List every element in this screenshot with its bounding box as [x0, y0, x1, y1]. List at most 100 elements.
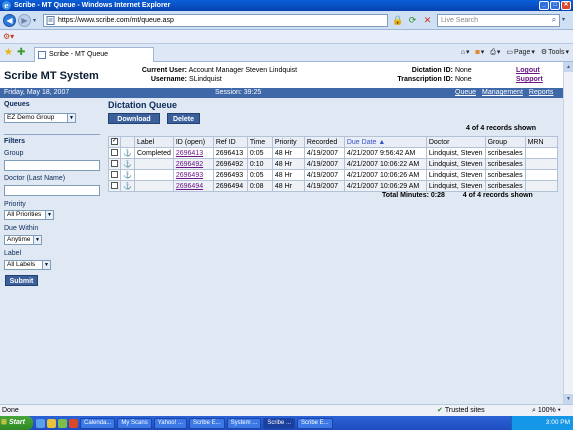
search-options-icon[interactable]: ▾ — [562, 14, 570, 27]
col-group[interactable]: Group — [484, 136, 526, 148]
taskbar-button[interactable]: Scribe ... — [263, 417, 295, 429]
table-row[interactable]: ⚓ 2696494 2696494 0:08 48 Hr 4/19/2007 4/21/20… — [108, 180, 559, 192]
chevron-down-icon: ▼ — [45, 211, 53, 219]
forward-button[interactable]: ▶ — [18, 14, 31, 27]
command-bar: ⌂ ▾ ◙ ▾ ⎙ ▾ ▭ Page ▾ ⚙ Tools ▾ — [461, 47, 569, 59]
toolbar-options-icon[interactable]: ⚙▾ — [3, 32, 14, 41]
taskbar-button[interactable]: My Scans — [117, 417, 152, 429]
lock-icon[interactable]: 🔒 — [392, 14, 403, 27]
col-mrn[interactable]: MRN — [524, 136, 559, 148]
home-button[interactable]: ⌂ ▾ — [461, 47, 470, 59]
logout-link[interactable]: Logout — [516, 66, 543, 75]
row-checkbox[interactable] — [111, 182, 118, 190]
row-mrn — [524, 169, 559, 181]
ie-quicklaunch-icon[interactable] — [36, 418, 45, 428]
transcription-id-label: Transcription ID: — [397, 76, 453, 83]
taskbar-button[interactable]: Yahoo! ... — [153, 417, 187, 429]
refresh-icon[interactable]: ⟳ — [407, 14, 418, 27]
label-select[interactable]: All Labels ▼ — [4, 260, 51, 270]
stop-icon[interactable]: ✕ — [422, 14, 433, 27]
taskbar-button[interactable]: Scribe E... — [297, 417, 333, 429]
filters-heading: Filters — [4, 138, 26, 145]
nav-management-link[interactable]: Management — [482, 88, 523, 98]
vertical-scrollbar[interactable]: ▲ ▼ — [563, 62, 573, 404]
row-checkbox[interactable] — [111, 171, 118, 179]
row-priority: 48 Hr — [271, 158, 305, 170]
feeds-button[interactable]: ◙ ▾ — [475, 47, 484, 59]
table-row[interactable]: ⚓ Completed 2696413 2696413 0:05 48 Hr 4/19/20… — [108, 147, 559, 159]
row-id-link[interactable]: 2696494 — [176, 183, 203, 190]
col-id[interactable]: ID (open) — [172, 136, 214, 148]
col-doctor[interactable]: Doctor — [425, 136, 486, 148]
row-checkbox[interactable] — [111, 149, 118, 157]
row-group: scribesales — [484, 169, 526, 181]
quick-launch — [36, 418, 78, 428]
close-button[interactable]: ✕ — [561, 1, 571, 10]
table-row[interactable]: ⚓ 2696493 2696493 0:05 48 Hr 4/19/2007 4/21/20… — [108, 169, 559, 181]
taskbar-button[interactable]: Calenda... — [80, 417, 116, 429]
row-id-link[interactable]: 2696493 — [176, 172, 203, 179]
download-icon[interactable]: ⚓ — [123, 150, 132, 157]
doctor-filter-input[interactable] — [4, 185, 100, 196]
add-favorite-icon[interactable]: ✚ — [17, 47, 25, 58]
delete-button[interactable]: Delete — [167, 113, 200, 124]
recent-pages-dropdown-icon[interactable]: ▾ — [33, 17, 36, 24]
row-id-link[interactable]: 2696413 — [176, 150, 203, 157]
nav-queue-link[interactable]: Queue — [455, 88, 476, 98]
col-priority[interactable]: Priority — [271, 136, 305, 148]
home-icon: ⌂ — [460, 49, 465, 56]
scroll-down-icon[interactable]: ▼ — [564, 394, 573, 404]
desktop-quicklaunch-icon[interactable] — [58, 418, 67, 428]
col-ref-id[interactable]: Ref ID — [212, 136, 248, 148]
row-recorded: 4/19/2007 — [303, 158, 345, 170]
row-id-cell: 2696413 — [172, 147, 214, 159]
download-button[interactable]: Download — [108, 113, 160, 124]
favorites-star-icon[interactable]: ★ — [4, 47, 13, 58]
maximize-button[interactable]: □ — [550, 1, 560, 10]
outlook-quicklaunch-icon[interactable] — [47, 418, 56, 428]
chevron-down-icon: ▼ — [42, 261, 50, 269]
support-link[interactable]: Support — [516, 75, 543, 84]
col-due-date[interactable]: Due Date ▲ — [343, 136, 427, 148]
queue-select[interactable]: EZ Demo Group ▼ — [4, 113, 76, 123]
dictation-id-value: None — [454, 67, 472, 74]
app-quicklaunch-icon[interactable] — [69, 418, 78, 428]
download-icon[interactable]: ⚓ — [123, 161, 132, 168]
zoom-level[interactable]: ⌕ 100% ▾ — [532, 405, 561, 416]
back-button[interactable]: ◀ — [3, 14, 16, 27]
tab-scribe-mt-queue[interactable]: Scribe - MT Queue — [34, 47, 154, 62]
priority-select[interactable]: All Priorities ▼ — [4, 210, 54, 220]
page-menu[interactable]: ▭ Page ▾ — [506, 47, 535, 59]
group-filter-input[interactable] — [4, 160, 100, 171]
search-input[interactable]: Live Search — [437, 14, 560, 27]
search-icon[interactable]: ⌕ — [549, 15, 559, 25]
row-group: scribesales — [484, 180, 526, 192]
row-id-link[interactable]: 2696492 — [176, 161, 203, 168]
row-checkbox[interactable] — [111, 160, 118, 168]
select-all-checkbox[interactable]: ✓ — [111, 138, 118, 146]
minimize-button[interactable]: _ — [539, 1, 549, 10]
table-row[interactable]: ⚓ 2696492 2696492 0:10 48 Hr 4/19/2007 4/21/20… — [108, 158, 559, 170]
taskbar-button[interactable]: System ... — [226, 417, 262, 429]
row-mrn — [524, 180, 559, 192]
row-time: 0:05 — [246, 147, 273, 159]
start-button[interactable]: Start — [0, 416, 33, 430]
col-label[interactable]: Label — [134, 136, 174, 148]
download-icon[interactable]: ⚓ — [123, 172, 132, 179]
row-ref-id: 2696492 — [212, 158, 248, 170]
scroll-up-icon[interactable]: ▲ — [564, 62, 573, 72]
download-icon[interactable]: ⚓ — [123, 183, 132, 190]
due-within-select[interactable]: Anytime ▼ — [4, 235, 42, 245]
print-button[interactable]: ⎙ ▾ — [490, 47, 500, 59]
group-filter-label: Group — [4, 150, 24, 157]
taskbar-button[interactable]: Scribe E... — [188, 417, 225, 429]
tools-menu[interactable]: ⚙ Tools ▾ — [541, 47, 569, 59]
url-input[interactable]: https://www.scribe.com/mt/queue.asp — [43, 14, 388, 27]
col-recorded[interactable]: Recorded — [303, 136, 345, 148]
clock[interactable]: 3:00 PM — [546, 419, 570, 426]
browser-status-bar: Done ✔ Trusted sites ⌕ 100% ▾ — [0, 404, 573, 416]
col-time[interactable]: Time — [246, 136, 273, 148]
submit-button[interactable]: Submit — [5, 275, 38, 286]
security-zone[interactable]: ✔ Trusted sites — [437, 405, 485, 416]
nav-reports-link[interactable]: Reports — [529, 88, 554, 98]
